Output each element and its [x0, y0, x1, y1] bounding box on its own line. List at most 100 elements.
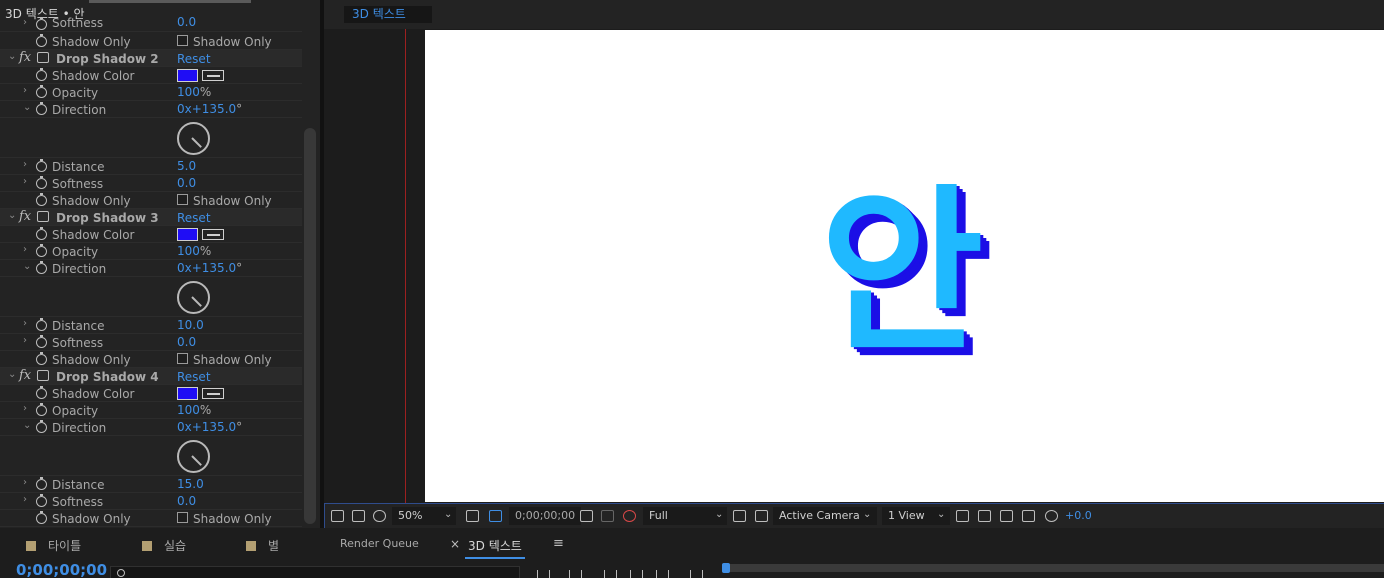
timeline-icon[interactable]: [978, 510, 991, 522]
shadow-only-checkbox[interactable]: [177, 353, 188, 364]
stopwatch-icon[interactable]: [36, 477, 47, 490]
stopwatch-icon[interactable]: [36, 261, 47, 274]
stopwatch-icon[interactable]: [36, 386, 47, 399]
zoom-dropdown[interactable]: 50% ⌄: [392, 507, 456, 525]
stopwatch-icon[interactable]: [36, 420, 47, 433]
property-row-direction[interactable]: ⌄ Direction 0x+135.0°: [0, 101, 302, 118]
transparency-grid-icon[interactable]: [755, 510, 768, 522]
fx-icon[interactable]: fx: [19, 368, 31, 383]
reset-link[interactable]: Reset: [177, 370, 211, 384]
direction-value[interactable]: 0x+135.0°: [177, 261, 242, 275]
property-row-softness[interactable]: › Softness 0.0: [0, 175, 302, 192]
grid-guides-icon[interactable]: [466, 510, 479, 522]
mask-icon[interactable]: [373, 510, 386, 522]
close-icon[interactable]: ×: [450, 537, 460, 551]
property-row-distance[interactable]: › Distance 15.0: [0, 476, 302, 493]
reset-exposure-icon[interactable]: [1045, 510, 1058, 522]
motion-blur-icon[interactable]: [656, 570, 669, 578]
distance-value[interactable]: 15.0: [177, 477, 204, 491]
draft-3d-icon[interactable]: [569, 570, 582, 578]
composition-canvas[interactable]: 안 안 안 안: [425, 30, 1384, 502]
effect-header-drop-shadow-3[interactable]: ⌄ fx Drop Shadow 3 Reset: [0, 209, 302, 226]
stopwatch-icon[interactable]: [36, 34, 47, 47]
show-snapshot-icon[interactable]: [601, 510, 614, 522]
stopwatch-icon[interactable]: [36, 227, 47, 240]
softness-value[interactable]: 0.0: [177, 335, 196, 349]
twirl-icon[interactable]: ⌄: [23, 102, 31, 113]
stopwatch-icon[interactable]: [36, 494, 47, 507]
twirl-icon[interactable]: ›: [23, 335, 27, 346]
text-layer-an[interactable]: 안 안 안 안: [820, 173, 993, 381]
stopwatch-icon[interactable]: [36, 159, 47, 172]
twirl-icon[interactable]: ›: [23, 85, 27, 96]
twirl-icon[interactable]: ›: [23, 403, 27, 414]
stopwatch-icon[interactable]: [36, 85, 47, 98]
direction-value[interactable]: 0x+135.0°: [177, 420, 242, 434]
angle-dial[interactable]: [177, 122, 210, 155]
fx-icon[interactable]: fx: [19, 50, 31, 65]
monitor-icon[interactable]: [352, 510, 365, 522]
stopwatch-icon[interactable]: [36, 403, 47, 416]
comp-mini-flowchart-icon[interactable]: [537, 570, 550, 578]
region-of-interest-icon[interactable]: [489, 510, 502, 522]
stopwatch-icon[interactable]: [36, 335, 47, 348]
stopwatch-icon[interactable]: [36, 352, 47, 365]
stopwatch-icon[interactable]: [36, 176, 47, 189]
property-row-opacity[interactable]: › Opacity 100%: [0, 84, 302, 101]
effect-header-drop-shadow-2[interactable]: ⌄ fx Drop Shadow 2 Reset: [0, 50, 302, 67]
channels-icon[interactable]: [623, 510, 636, 522]
eyedropper-icon[interactable]: [202, 388, 224, 399]
eyedropper-icon[interactable]: [202, 70, 224, 81]
effect-header-drop-shadow-4[interactable]: ⌄ fx Drop Shadow 4 Reset: [0, 368, 302, 385]
stopwatch-icon[interactable]: [36, 17, 47, 30]
angle-dial[interactable]: [177, 440, 210, 473]
playhead[interactable]: [722, 563, 730, 573]
stopwatch-icon[interactable]: [36, 193, 47, 206]
effect-options-icon[interactable]: [37, 370, 49, 381]
property-row-shadow-only[interactable]: Shadow Only Shadow Only: [0, 351, 302, 368]
distance-value[interactable]: 10.0: [177, 318, 204, 332]
timeline-tab-title[interactable]: 타이틀: [26, 537, 81, 554]
exposure-value[interactable]: +0.0: [1065, 509, 1092, 522]
property-row-shadow-color[interactable]: Shadow Color: [0, 226, 302, 243]
twirl-icon[interactable]: ›: [23, 318, 27, 329]
property-row-shadow-color[interactable]: Shadow Color: [0, 67, 302, 84]
effect-options-icon[interactable]: [37, 52, 49, 63]
camera-snapshot-icon[interactable]: [580, 510, 593, 522]
time-ruler[interactable]: [722, 563, 1384, 573]
timeline-search-input[interactable]: [110, 566, 520, 578]
graph-editor-icon[interactable]: [690, 570, 703, 578]
comp-flowchart-icon[interactable]: [1022, 510, 1035, 522]
stopwatch-icon[interactable]: [36, 318, 47, 331]
property-row-distance[interactable]: › Distance 5.0: [0, 158, 302, 175]
effect-options-icon[interactable]: [37, 211, 49, 222]
property-row-shadow-only[interactable]: Shadow Only Shadow Only: [0, 510, 302, 527]
stopwatch-icon[interactable]: [36, 511, 47, 524]
shadow-only-checkbox[interactable]: [177, 194, 188, 205]
flowchart-icon[interactable]: [1000, 510, 1013, 522]
twirl-icon[interactable]: ⌄: [8, 210, 16, 221]
menu-icon[interactable]: ≡: [553, 536, 564, 551]
property-row-opacity[interactable]: › Opacity 100%: [0, 243, 302, 260]
reset-link[interactable]: Reset: [177, 211, 211, 225]
timeline-timecode[interactable]: 0;00;00;00: [16, 561, 107, 578]
eyedropper-icon[interactable]: [202, 229, 224, 240]
softness-value[interactable]: 0.0: [177, 176, 196, 190]
shadow-only-checkbox[interactable]: [177, 35, 188, 46]
frame-blending-icon[interactable]: [630, 570, 643, 578]
current-time-field[interactable]: 0;00;00;00: [509, 507, 581, 525]
effects-scrollbar[interactable]: [304, 128, 316, 524]
stopwatch-icon[interactable]: [36, 102, 47, 115]
view-layout-dropdown[interactable]: 1 View ⌄: [882, 507, 950, 525]
stopwatch-icon[interactable]: [36, 68, 47, 81]
resolution-dropdown[interactable]: Full ⌄: [643, 507, 727, 525]
property-row-distance[interactable]: › Distance 10.0: [0, 317, 302, 334]
composition-tab[interactable]: 3D 텍스트: [344, 6, 432, 23]
opacity-value[interactable]: 100%: [177, 85, 211, 99]
timeline-tab-star[interactable]: 별: [246, 537, 279, 554]
color-swatch[interactable]: [177, 228, 198, 241]
distance-value[interactable]: 5.0: [177, 159, 196, 173]
twirl-icon[interactable]: ⌄: [23, 420, 31, 431]
shy-layers-icon[interactable]: [604, 570, 617, 578]
timeline-tab-3d-text[interactable]: 3D 텍스트: [465, 537, 525, 559]
